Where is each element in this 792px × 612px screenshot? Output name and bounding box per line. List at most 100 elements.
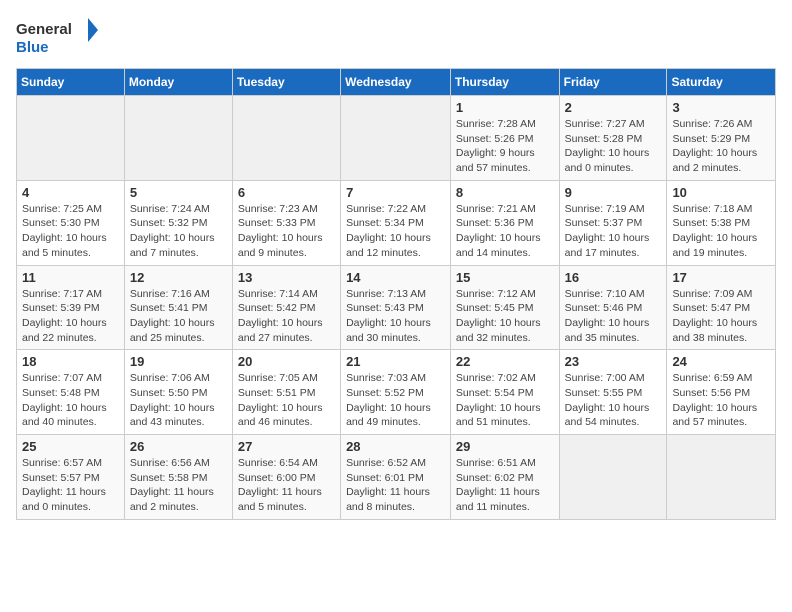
calendar-table: SundayMondayTuesdayWednesdayThursdayFrid… bbox=[16, 68, 776, 520]
column-header-wednesday: Wednesday bbox=[341, 69, 451, 96]
day-info: Sunrise: 7:05 AM Sunset: 5:51 PM Dayligh… bbox=[238, 371, 335, 430]
day-number: 1 bbox=[456, 100, 554, 115]
day-cell: 18 Sunrise: 7:07 AM Sunset: 5:48 PM Dayli… bbox=[17, 350, 125, 435]
day-number: 22 bbox=[456, 354, 554, 369]
day-info: Sunrise: 7:17 AM Sunset: 5:39 PM Dayligh… bbox=[22, 287, 119, 346]
day-cell bbox=[559, 435, 667, 520]
day-cell: 9 Sunrise: 7:19 AM Sunset: 5:37 PM Daylig… bbox=[559, 180, 667, 265]
day-number: 18 bbox=[22, 354, 119, 369]
day-number: 12 bbox=[130, 270, 227, 285]
day-cell: 5 Sunrise: 7:24 AM Sunset: 5:32 PM Daylig… bbox=[124, 180, 232, 265]
column-header-friday: Friday bbox=[559, 69, 667, 96]
svg-text:Blue: Blue bbox=[16, 39, 49, 56]
day-info: Sunrise: 7:25 AM Sunset: 5:30 PM Dayligh… bbox=[22, 202, 119, 261]
day-info: Sunrise: 6:56 AM Sunset: 5:58 PM Dayligh… bbox=[130, 456, 227, 515]
day-cell: 6 Sunrise: 7:23 AM Sunset: 5:33 PM Daylig… bbox=[232, 180, 340, 265]
day-number: 20 bbox=[238, 354, 335, 369]
day-cell: 26 Sunrise: 6:56 AM Sunset: 5:58 PM Dayli… bbox=[124, 435, 232, 520]
day-info: Sunrise: 6:54 AM Sunset: 6:00 PM Dayligh… bbox=[238, 456, 335, 515]
column-headers: SundayMondayTuesdayWednesdayThursdayFrid… bbox=[17, 69, 776, 96]
svg-text:General: General bbox=[16, 21, 72, 38]
day-number: 19 bbox=[130, 354, 227, 369]
column-header-thursday: Thursday bbox=[450, 69, 559, 96]
day-info: Sunrise: 6:57 AM Sunset: 5:57 PM Dayligh… bbox=[22, 456, 119, 515]
day-number: 15 bbox=[456, 270, 554, 285]
day-number: 7 bbox=[346, 185, 445, 200]
day-number: 23 bbox=[565, 354, 662, 369]
day-info: Sunrise: 7:09 AM Sunset: 5:47 PM Dayligh… bbox=[672, 287, 770, 346]
day-number: 24 bbox=[672, 354, 770, 369]
day-cell: 22 Sunrise: 7:02 AM Sunset: 5:54 PM Dayli… bbox=[450, 350, 559, 435]
day-number: 2 bbox=[565, 100, 662, 115]
day-number: 11 bbox=[22, 270, 119, 285]
day-info: Sunrise: 7:21 AM Sunset: 5:36 PM Dayligh… bbox=[456, 202, 554, 261]
column-header-tuesday: Tuesday bbox=[232, 69, 340, 96]
day-number: 5 bbox=[130, 185, 227, 200]
day-info: Sunrise: 7:22 AM Sunset: 5:34 PM Dayligh… bbox=[346, 202, 445, 261]
week-row-1: 1 Sunrise: 7:28 AM Sunset: 5:26 PM Daylig… bbox=[17, 96, 776, 181]
day-number: 9 bbox=[565, 185, 662, 200]
day-number: 27 bbox=[238, 439, 335, 454]
day-info: Sunrise: 6:52 AM Sunset: 6:01 PM Dayligh… bbox=[346, 456, 445, 515]
day-number: 17 bbox=[672, 270, 770, 285]
day-cell bbox=[341, 96, 451, 181]
day-cell bbox=[17, 96, 125, 181]
day-cell bbox=[232, 96, 340, 181]
day-cell: 27 Sunrise: 6:54 AM Sunset: 6:00 PM Dayli… bbox=[232, 435, 340, 520]
column-header-monday: Monday bbox=[124, 69, 232, 96]
day-cell: 20 Sunrise: 7:05 AM Sunset: 5:51 PM Dayli… bbox=[232, 350, 340, 435]
day-info: Sunrise: 7:27 AM Sunset: 5:28 PM Dayligh… bbox=[565, 117, 662, 176]
column-header-saturday: Saturday bbox=[667, 69, 776, 96]
week-row-5: 25 Sunrise: 6:57 AM Sunset: 5:57 PM Dayli… bbox=[17, 435, 776, 520]
day-info: Sunrise: 7:16 AM Sunset: 5:41 PM Dayligh… bbox=[130, 287, 227, 346]
day-number: 28 bbox=[346, 439, 445, 454]
day-cell: 12 Sunrise: 7:16 AM Sunset: 5:41 PM Dayli… bbox=[124, 265, 232, 350]
day-info: Sunrise: 7:00 AM Sunset: 5:55 PM Dayligh… bbox=[565, 371, 662, 430]
day-cell: 13 Sunrise: 7:14 AM Sunset: 5:42 PM Dayli… bbox=[232, 265, 340, 350]
day-info: Sunrise: 6:51 AM Sunset: 6:02 PM Dayligh… bbox=[456, 456, 554, 515]
week-row-2: 4Sunrise: 7:25 AM Sunset: 5:30 PM Daylig… bbox=[17, 180, 776, 265]
day-cell: 3Sunrise: 7:26 AM Sunset: 5:29 PM Daylig… bbox=[667, 96, 776, 181]
day-info: Sunrise: 7:13 AM Sunset: 5:43 PM Dayligh… bbox=[346, 287, 445, 346]
day-info: Sunrise: 7:24 AM Sunset: 5:32 PM Dayligh… bbox=[130, 202, 227, 261]
day-info: Sunrise: 6:59 AM Sunset: 5:56 PM Dayligh… bbox=[672, 371, 770, 430]
day-number: 6 bbox=[238, 185, 335, 200]
day-info: Sunrise: 7:19 AM Sunset: 5:37 PM Dayligh… bbox=[565, 202, 662, 261]
day-cell: 29 Sunrise: 6:51 AM Sunset: 6:02 PM Dayli… bbox=[450, 435, 559, 520]
day-number: 29 bbox=[456, 439, 554, 454]
logo: General Blue bbox=[16, 16, 106, 56]
day-info: Sunrise: 7:28 AM Sunset: 5:26 PM Dayligh… bbox=[456, 117, 554, 176]
day-info: Sunrise: 7:06 AM Sunset: 5:50 PM Dayligh… bbox=[130, 371, 227, 430]
header: General Blue bbox=[16, 16, 776, 56]
day-info: Sunrise: 7:02 AM Sunset: 5:54 PM Dayligh… bbox=[456, 371, 554, 430]
day-cell bbox=[124, 96, 232, 181]
day-cell: 1 Sunrise: 7:28 AM Sunset: 5:26 PM Daylig… bbox=[450, 96, 559, 181]
day-number: 13 bbox=[238, 270, 335, 285]
day-cell: 24 Sunrise: 6:59 AM Sunset: 5:56 PM Dayli… bbox=[667, 350, 776, 435]
day-cell bbox=[667, 435, 776, 520]
day-number: 25 bbox=[22, 439, 119, 454]
day-cell: 17 Sunrise: 7:09 AM Sunset: 5:47 PM Dayli… bbox=[667, 265, 776, 350]
day-cell: 16Sunrise: 7:10 AM Sunset: 5:46 PM Dayli… bbox=[559, 265, 667, 350]
day-number: 14 bbox=[346, 270, 445, 285]
logo-icon: General Blue bbox=[16, 16, 106, 56]
day-cell: 8 Sunrise: 7:21 AM Sunset: 5:36 PM Daylig… bbox=[450, 180, 559, 265]
day-info: Sunrise: 7:26 AM Sunset: 5:29 PM Dayligh… bbox=[672, 117, 770, 176]
day-info: Sunrise: 7:14 AM Sunset: 5:42 PM Dayligh… bbox=[238, 287, 335, 346]
day-cell: 4Sunrise: 7:25 AM Sunset: 5:30 PM Daylig… bbox=[17, 180, 125, 265]
day-info: Sunrise: 7:23 AM Sunset: 5:33 PM Dayligh… bbox=[238, 202, 335, 261]
day-cell: 2 Sunrise: 7:27 AM Sunset: 5:28 PM Daylig… bbox=[559, 96, 667, 181]
day-number: 8 bbox=[456, 185, 554, 200]
day-number: 26 bbox=[130, 439, 227, 454]
day-cell: 21 Sunrise: 7:03 AM Sunset: 5:52 PM Dayli… bbox=[341, 350, 451, 435]
day-cell: 14 Sunrise: 7:13 AM Sunset: 5:43 PM Dayli… bbox=[341, 265, 451, 350]
day-info: Sunrise: 7:18 AM Sunset: 5:38 PM Dayligh… bbox=[672, 202, 770, 261]
day-cell: 11 Sunrise: 7:17 AM Sunset: 5:39 PM Dayli… bbox=[17, 265, 125, 350]
day-cell: 19 Sunrise: 7:06 AM Sunset: 5:50 PM Dayli… bbox=[124, 350, 232, 435]
week-row-4: 18 Sunrise: 7:07 AM Sunset: 5:48 PM Dayli… bbox=[17, 350, 776, 435]
day-info: Sunrise: 7:03 AM Sunset: 5:52 PM Dayligh… bbox=[346, 371, 445, 430]
day-cell: 28 Sunrise: 6:52 AM Sunset: 6:01 PM Dayli… bbox=[341, 435, 451, 520]
day-cell: 7 Sunrise: 7:22 AM Sunset: 5:34 PM Daylig… bbox=[341, 180, 451, 265]
day-info: Sunrise: 7:07 AM Sunset: 5:48 PM Dayligh… bbox=[22, 371, 119, 430]
day-number: 21 bbox=[346, 354, 445, 369]
